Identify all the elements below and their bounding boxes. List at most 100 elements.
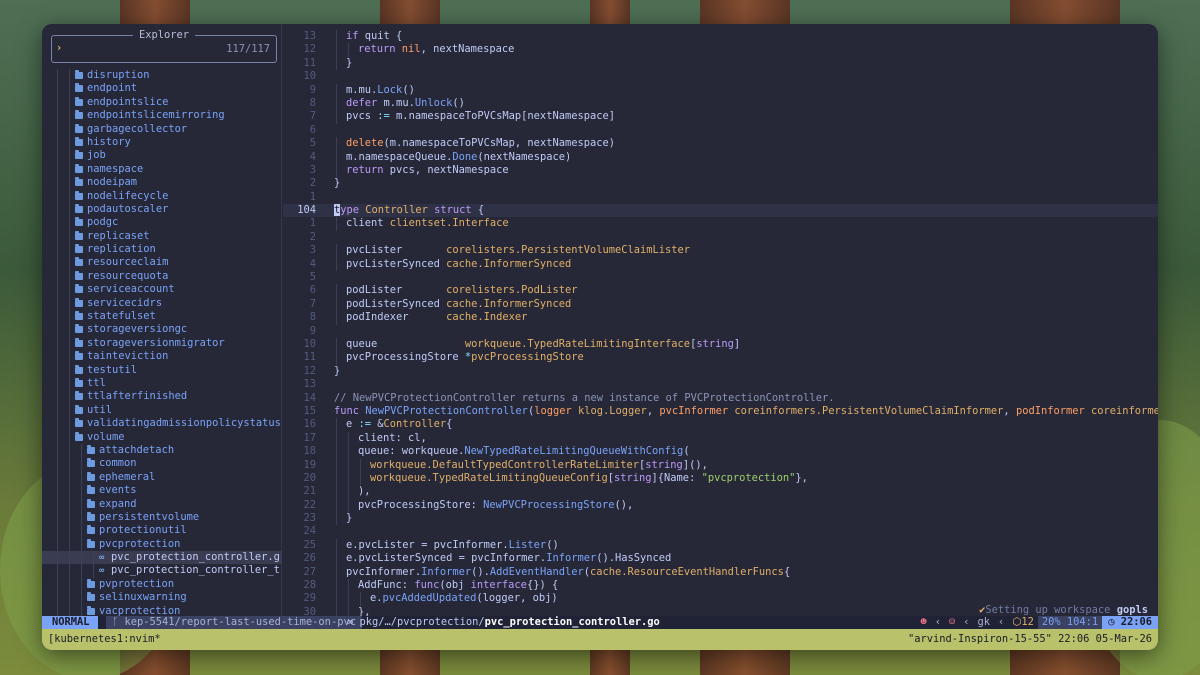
tree-folder-item[interactable]: ttl (42, 376, 282, 391)
line-number: 10 (303, 337, 316, 350)
code-line[interactable]: 18 queue: workqueue.NewTypedRateLimitingQ… (283, 445, 1158, 459)
code-line[interactable]: 11} (283, 56, 1158, 71)
code-line[interactable]: 7 pvcs := m.namespaceToPVCsMap[nextNamesp… (283, 110, 1158, 124)
tree-folder-item[interactable]: resourceclaim (42, 256, 282, 270)
code-editor[interactable]: 13 if quit {12 return nil, nextNamespace 11… (283, 24, 1158, 616)
code-line[interactable]: 22 pvcProcessingStore: NewPVCProcessingSt… (283, 498, 1158, 513)
tree-folder-item[interactable]: statefulset (42, 310, 282, 324)
tree-folder-item[interactable]: events (42, 484, 282, 498)
code-line[interactable]: 6 (283, 124, 1158, 137)
code-line[interactable]: 2} (283, 177, 1158, 190)
tree-folder-item[interactable]: pvprotection (42, 577, 282, 592)
tree-folder-item[interactable]: util (42, 403, 282, 418)
code-line[interactable]: 19 workqueue.DefaultTypedControllerRateLi… (283, 458, 1158, 472)
tree-folder-item[interactable]: storageversiongc (42, 323, 282, 337)
code-line[interactable]: 9 m.mu.Lock() (283, 83, 1158, 97)
code-line[interactable]: 8 defer m.mu.Unlock() (283, 96, 1158, 111)
tree-folder-item[interactable]: attachdetach (42, 443, 282, 458)
tree-folder-item[interactable]: servicecidrs (42, 296, 282, 311)
tree-folder-item[interactable]: namespace (42, 162, 282, 177)
code-line[interactable]: 28 AddFunc: func(obj interface{}) { (283, 579, 1158, 593)
tree-folder-item[interactable]: protectionutil (42, 524, 282, 538)
tree-folder-item[interactable]: replicaset (42, 229, 282, 244)
indent-guide (360, 471, 361, 486)
line-number: 28 (303, 579, 316, 592)
line-number: 3 (309, 163, 316, 176)
code-line[interactable]: 3 pvcLister corelisters.PersistentVolumeC… (283, 244, 1158, 258)
tree-folder-item[interactable]: selinuxwarning (42, 591, 282, 605)
code-line[interactable]: 3 return pvcs, nextNamespace (283, 163, 1158, 178)
tree-folder-item[interactable]: tainteviction (42, 350, 282, 364)
tree-folder-item[interactable]: volume (42, 430, 282, 444)
code-line[interactable]: 5 (283, 271, 1158, 284)
tree-folder-item[interactable]: nodeipam (42, 176, 282, 190)
indent-guide (348, 471, 349, 486)
folder-icon (87, 511, 95, 521)
code-line[interactable]: 7 podListerSynced cache.InformerSynced (283, 297, 1158, 312)
code-line[interactable]: 26 e.pvcListerSynced = pvcInformer.Inform… (283, 552, 1158, 566)
code-line[interactable]: 14 // NewPVCProtectionController returns … (283, 392, 1158, 405)
tree-folder-item[interactable]: disruption (42, 69, 282, 83)
tree-folder-item[interactable]: ephemeral (42, 470, 282, 485)
tree-folder-item[interactable]: common (42, 457, 282, 471)
line-number: 104 (297, 204, 316, 217)
tree-folder-item[interactable]: ttlafterfinished (42, 390, 282, 404)
code-line[interactable]: 13 (283, 378, 1158, 391)
code-line[interactable]: 10 queue workqueue.TypedRateLimitingInter… (283, 337, 1158, 352)
tree-folder-item[interactable]: endpointslicemirroring (42, 109, 282, 123)
code-line[interactable]: 11 pvcProcessingStore *pvcProcessingStore (283, 351, 1158, 365)
tree-folder-item[interactable]: persistentvolume (42, 510, 282, 525)
tree-folder-item[interactable]: garbagecollector (42, 122, 282, 136)
tree-folder-item[interactable]: endpointslice (42, 95, 282, 110)
code-line[interactable]: 17 client: cl, (283, 431, 1158, 446)
code-line[interactable]: 25 e.pvcLister = pvcInformer.Lister() (283, 538, 1158, 553)
tree-item-label: ttl (87, 376, 106, 389)
code-line[interactable]: 10 (283, 70, 1158, 83)
folder-icon (75, 404, 83, 414)
tree-folder-item[interactable]: storageversionmigrator (42, 336, 282, 351)
tree-folder-item[interactable]: resourcequota (42, 269, 282, 284)
code-line[interactable]: 4 m.namespaceQueue.Done(nextNamespace) (283, 150, 1158, 164)
tree-folder-item[interactable]: serviceaccount (42, 283, 282, 297)
tree-folder-item[interactable]: replication (42, 243, 282, 257)
tree-folder-item[interactable]: history (42, 135, 282, 150)
tree-folder-item[interactable]: podgc (42, 216, 282, 230)
line-number: 1 (309, 190, 316, 203)
code-line[interactable]: 1 client clientset.Interface (283, 217, 1158, 231)
code-line[interactable]: 20 workqueue.TypedRateLimitingQueueConfig… (283, 471, 1158, 486)
code-line[interactable]: 12 return nil, nextNamespace (283, 43, 1158, 57)
tree-folder-item[interactable]: validatingadmissionpolicystatus (42, 417, 282, 431)
code-line[interactable]: 16 e := &Controller{ (283, 418, 1158, 432)
code-line[interactable]: 23} (283, 512, 1158, 526)
code-text: e.pvcAddedUpdated(logger, obj) (370, 592, 558, 605)
code-text: defer m.mu.Unlock() (346, 96, 465, 109)
tree-folder-item[interactable]: podautoscaler (42, 202, 282, 217)
tree-folder-item[interactable]: pvcprotection (42, 537, 282, 552)
code-line[interactable]: 4 pvcListerSynced cache.InformerSynced (283, 257, 1158, 272)
code-line[interactable]: 12} (283, 365, 1158, 378)
cube-icon: ⬡ (1012, 616, 1022, 628)
code-line[interactable]: 5 delete(m.namespaceToPVCsMap, nextNamesp… (283, 137, 1158, 151)
tree-folder-item[interactable]: endpoint (42, 82, 282, 96)
code-line[interactable]: 6 podLister corelisters.PodLister (283, 284, 1158, 298)
code-line[interactable]: 27 pvcInformer.Informer().AddEventHandler… (283, 565, 1158, 580)
code-line[interactable]: 2 (283, 231, 1158, 244)
tree-folder-item[interactable]: job (42, 149, 282, 163)
code-line[interactable]: 9 (283, 325, 1158, 338)
code-line[interactable]: 13 if quit { (283, 30, 1158, 44)
tree-folder-item[interactable]: testutil (42, 363, 282, 377)
tree-file-item[interactable]: ∞ pvc_protection_controller.g (42, 551, 282, 565)
code-line[interactable]: 15 func NewPVCProtectionController(logger… (283, 405, 1158, 418)
code-line[interactable]: 8 podIndexer cache.Indexer (283, 311, 1158, 325)
code-line[interactable]: 24 (283, 525, 1158, 538)
separator-icon: ‹ (963, 616, 970, 628)
folder-icon (87, 498, 95, 508)
tree-folder-item[interactable]: nodelifecycle (42, 189, 282, 203)
code-line[interactable]: 21), (283, 485, 1158, 499)
tmux-session[interactable]: [kubernetes1:nvim* (48, 629, 161, 650)
tree-folder-item[interactable]: expand (42, 497, 282, 511)
code-line[interactable]: 104 type Controller struct { (283, 204, 1158, 218)
explorer-search[interactable]: Explorer › 117/117 (51, 29, 277, 63)
tree-file-item[interactable]: ∞ pvc_protection_controller_t (42, 564, 282, 578)
code-line[interactable]: 1 (283, 191, 1158, 204)
